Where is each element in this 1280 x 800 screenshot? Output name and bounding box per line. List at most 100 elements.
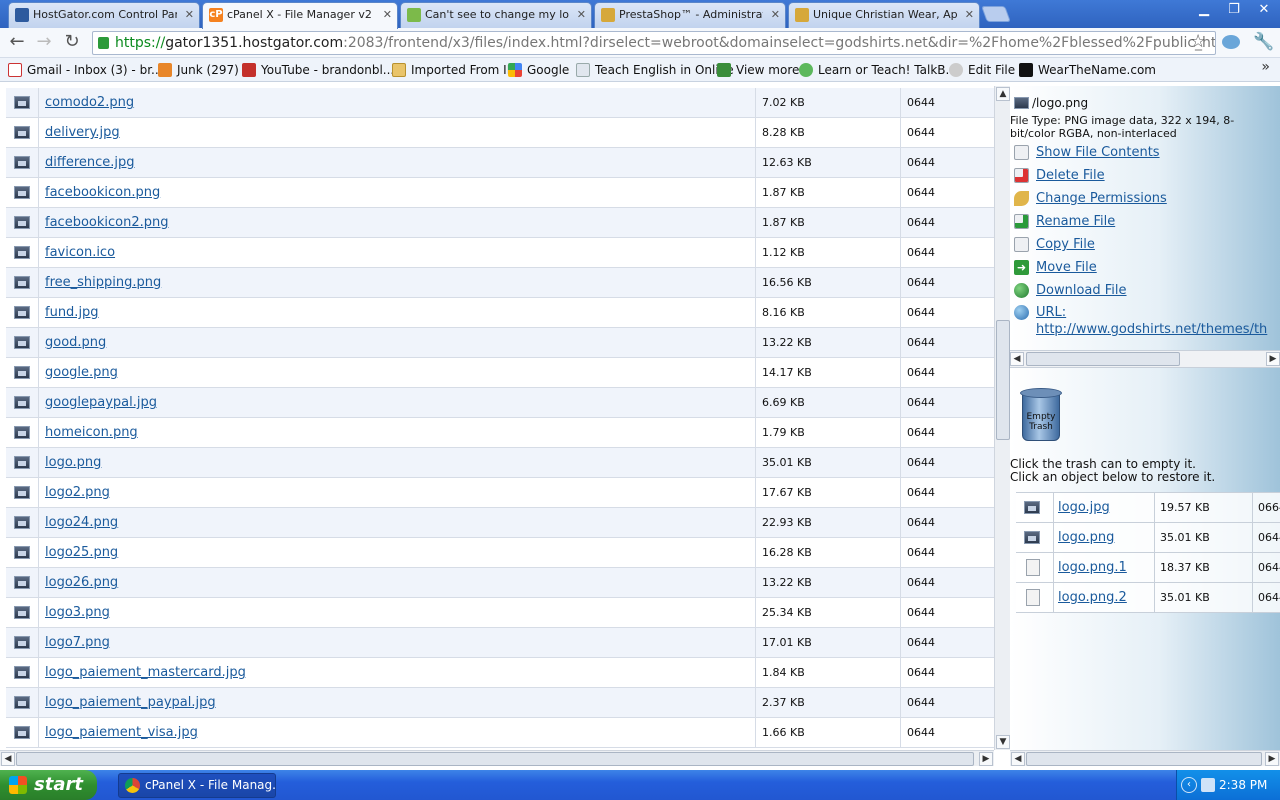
scroll-thumb[interactable] — [996, 320, 1010, 440]
delete-file-link[interactable]: Delete File — [1036, 168, 1105, 183]
copy-file-action[interactable]: Copy File — [1014, 236, 1095, 253]
file-name-link[interactable]: homeicon.png — [45, 425, 138, 440]
scroll-up-icon[interactable]: ▲ — [996, 87, 1010, 101]
file-row[interactable]: logo24.png 22.93 KB 0644 — [6, 508, 994, 538]
file-row[interactable]: googlepaypal.jpg 6.69 KB 0644 — [6, 388, 994, 418]
file-row[interactable]: logo_paiement_paypal.jpg 2.37 KB 0644 — [6, 688, 994, 718]
file-name-link[interactable]: difference.jpg — [45, 155, 135, 170]
address-bar[interactable]: https://gator1351.hostgator.com:2083/fro… — [92, 31, 1216, 55]
download-file-action[interactable]: Download File — [1014, 282, 1127, 299]
bookmark-star-icon[interactable]: ☆ — [1190, 31, 1206, 52]
file-row[interactable]: logo26.png 13.22 KB 0644 — [6, 568, 994, 598]
trash-item-link[interactable]: logo.jpg — [1058, 500, 1110, 515]
scroll-thumb[interactable] — [1026, 752, 1262, 766]
file-name-link[interactable]: logo7.png — [45, 635, 110, 650]
file-name-link[interactable]: logo_paiement_visa.jpg — [45, 725, 198, 740]
empty-trash-button[interactable]: Empty Trash — [1020, 388, 1062, 442]
file-row[interactable]: delivery.jpg 8.28 KB 0644 — [6, 118, 994, 148]
show-file-contents-link[interactable]: Show File Contents — [1036, 145, 1160, 160]
rename-file-action[interactable]: Rename File — [1014, 213, 1115, 230]
file-row[interactable]: logo2.png 17.67 KB 0644 — [6, 478, 994, 508]
network-icon[interactable] — [1201, 778, 1215, 792]
file-row[interactable]: facebookicon2.png 1.87 KB 0644 — [6, 208, 994, 238]
file-row[interactable]: homeicon.png 1.79 KB 0644 — [6, 418, 994, 448]
bookmark-youtube[interactable]: YouTube - brandonbl... — [242, 62, 394, 78]
file-row[interactable]: logo3.png 25.34 KB 0644 — [6, 598, 994, 628]
tray-expand-icon[interactable]: ‹ — [1181, 777, 1197, 793]
scroll-right-icon[interactable]: ▶ — [1266, 352, 1280, 366]
more-bookmarks-icon[interactable]: » — [1261, 59, 1270, 75]
trash-item-row[interactable]: logo.jpg 19.57 KB0664 — [1016, 493, 1280, 523]
scroll-right-icon[interactable]: ▶ — [1265, 752, 1279, 766]
bookmark-junk[interactable]: Junk (297) — [158, 62, 239, 78]
rename-file-link[interactable]: Rename File — [1036, 214, 1115, 229]
close-window-icon[interactable]: ✕ — [1250, 1, 1278, 19]
bookmark-gmail[interactable]: Gmail - Inbox (3) - br... — [8, 62, 162, 78]
scroll-thumb[interactable] — [16, 752, 974, 766]
file-row[interactable]: google.png 14.17 KB 0644 — [6, 358, 994, 388]
scroll-right-icon[interactable]: ▶ — [979, 752, 993, 766]
bookmark-imported[interactable]: Imported From IE — [392, 62, 514, 78]
file-name-link[interactable]: facebookicon2.png — [45, 215, 168, 230]
file-name-link[interactable]: fund.jpg — [45, 305, 99, 320]
trash-item-row[interactable]: logo.png.2 35.01 KB0644 — [1016, 583, 1280, 613]
url-label[interactable]: URL: — [1036, 305, 1066, 320]
bookmark-wearthename[interactable]: WearTheName.com — [1019, 62, 1156, 78]
file-name-link[interactable]: logo3.png — [45, 605, 110, 620]
move-file-link[interactable]: Move File — [1036, 260, 1097, 275]
file-name-link[interactable]: logo24.png — [45, 515, 118, 530]
close-tab-icon[interactable]: ✕ — [965, 3, 974, 26]
file-row[interactable]: comodo2.png 7.02 KB 0644 — [6, 88, 994, 118]
trash-item-row[interactable]: logo.png 35.01 KB0644 — [1016, 523, 1280, 553]
file-name-link[interactable]: logo25.png — [45, 545, 118, 560]
file-row[interactable]: logo_paiement_mastercard.jpg 1.84 KB 0644 — [6, 658, 994, 688]
scroll-left-icon[interactable]: ◀ — [1010, 352, 1024, 366]
scroll-left-icon[interactable]: ◀ — [1, 752, 15, 766]
start-button[interactable]: start — [0, 770, 97, 800]
bookmark-edit-file[interactable]: Edit File — [949, 62, 1015, 78]
file-list-horizontal-scrollbar[interactable]: ◀ ▶ — [0, 750, 994, 766]
wrench-icon[interactable]: 🔧 — [1253, 32, 1274, 52]
tab-hostgator[interactable]: HostGator.com Control Panel ✕ — [8, 2, 200, 28]
change-permissions-link[interactable]: Change Permissions — [1036, 191, 1167, 206]
copy-file-link[interactable]: Copy File — [1036, 237, 1095, 252]
bookmark-view-more[interactable]: View more — [717, 62, 799, 78]
scroll-thumb[interactable] — [1026, 352, 1180, 366]
forward-arrow-icon[interactable]: → — [33, 32, 55, 54]
tab-unique-christian-wear[interactable]: Unique Christian Wear, Appare ✕ — [788, 2, 980, 28]
file-name-link[interactable]: logo.png — [45, 455, 101, 470]
tab-cpanel-file-manager[interactable]: cP cPanel X - File Manager v2 ✕ — [202, 2, 398, 29]
file-name-link[interactable]: googlepaypal.jpg — [45, 395, 157, 410]
delete-file-action[interactable]: Delete File — [1014, 167, 1105, 184]
bookmark-talkbox[interactable]: Learn or Teach! TalkB... — [799, 62, 957, 78]
file-name-link[interactable]: free_shipping.png — [45, 275, 161, 290]
trash-item-row[interactable]: logo.png.1 18.37 KB0644 — [1016, 553, 1280, 583]
close-tab-icon[interactable]: ✕ — [577, 3, 586, 26]
file-row[interactable]: logo.png 35.01 KB 0644 — [6, 448, 994, 478]
back-arrow-icon[interactable]: ← — [6, 32, 28, 54]
restore-icon[interactable]: ❐ — [1220, 1, 1248, 19]
move-file-action[interactable]: ➜ Move File — [1014, 259, 1097, 276]
file-row[interactable]: favicon.ico 1.12 KB 0644 — [6, 238, 994, 268]
file-name-link[interactable]: facebookicon.png — [45, 185, 160, 200]
close-tab-icon[interactable]: ✕ — [383, 3, 392, 26]
reload-icon[interactable]: ↻ — [61, 32, 83, 54]
minimize-icon[interactable]: ▁ — [1190, 1, 1218, 19]
scroll-left-icon[interactable]: ◀ — [1011, 752, 1025, 766]
file-row[interactable]: logo7.png 17.01 KB 0644 — [6, 628, 994, 658]
file-name-link[interactable]: delivery.jpg — [45, 125, 120, 140]
change-permissions-action[interactable]: Change Permissions — [1014, 190, 1167, 207]
file-name-link[interactable]: logo26.png — [45, 575, 118, 590]
file-name-link[interactable]: favicon.ico — [45, 245, 115, 260]
new-tab-button[interactable] — [981, 6, 1011, 22]
extension-eye-icon[interactable] — [1222, 35, 1240, 49]
file-row[interactable]: good.png 13.22 KB 0644 — [6, 328, 994, 358]
file-name-link[interactable]: logo_paiement_paypal.jpg — [45, 695, 216, 710]
file-name-link[interactable]: good.png — [45, 335, 106, 350]
trash-item-link[interactable]: logo.png.2 — [1058, 590, 1127, 605]
file-name-link[interactable]: logo_paiement_mastercard.jpg — [45, 665, 246, 680]
bookmark-google[interactable]: Google — [508, 62, 569, 78]
trash-item-link[interactable]: logo.png — [1058, 530, 1114, 545]
show-file-contents-action[interactable]: Show File Contents — [1014, 144, 1160, 161]
taskbar-item-chrome[interactable]: cPanel X - File Manag... — [118, 773, 276, 798]
